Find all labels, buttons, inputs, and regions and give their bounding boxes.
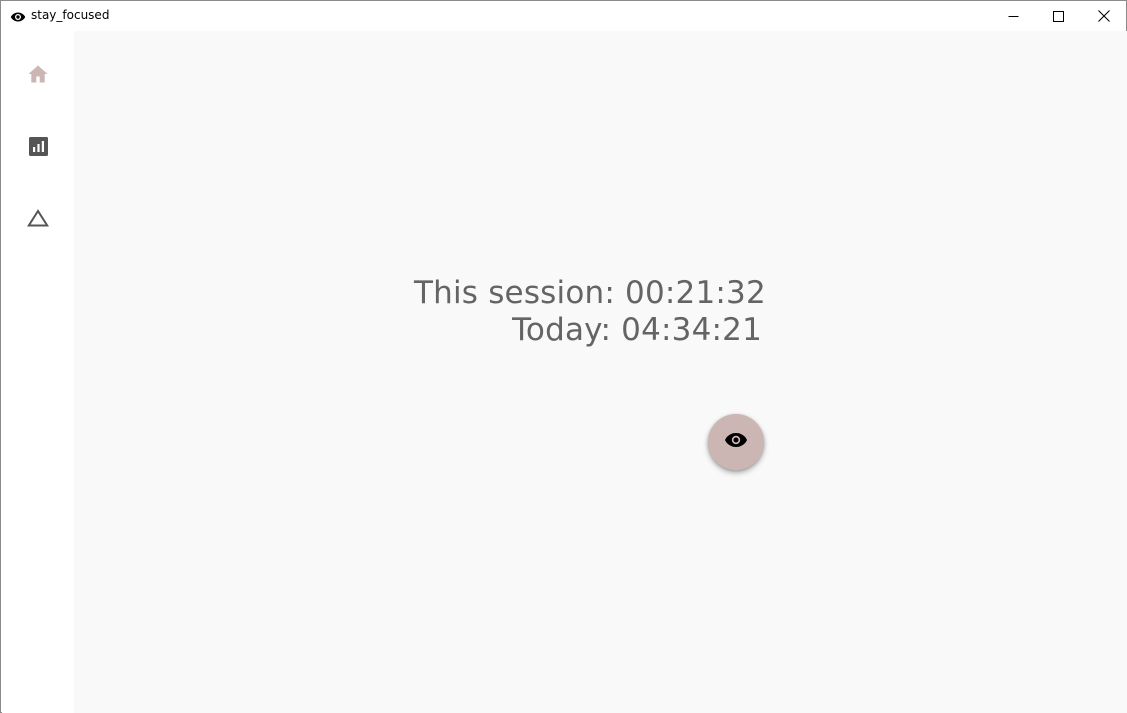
triangle-icon (26, 209, 50, 231)
app-window: stay_focused This session: 00:21:32 Toda… (0, 0, 1127, 713)
maximize-button[interactable] (1035, 1, 1081, 31)
main-content: This session: 00:21:32 Today: 04:34:21 (74, 31, 1127, 713)
close-icon (1098, 10, 1110, 22)
minimize-button[interactable] (990, 1, 1036, 31)
timer-display: This session: 00:21:32 Today: 04:34:21 (414, 275, 766, 349)
navigation-rail (2, 31, 74, 713)
maximize-icon (1052, 10, 1064, 22)
nav-item-home[interactable] (14, 52, 62, 100)
eye-icon (724, 431, 748, 453)
bar-chart-icon (28, 136, 48, 160)
eye-icon (10, 9, 26, 23)
home-icon (27, 64, 49, 88)
nav-item-stats[interactable] (14, 124, 62, 172)
title-bar[interactable]: stay_focused (1, 1, 1126, 31)
window-title: stay_focused (31, 8, 110, 22)
session-time: This session: 00:21:32 (414, 275, 766, 311)
minimize-icon (1008, 11, 1019, 22)
close-button[interactable] (1081, 1, 1127, 31)
nav-item-triangle[interactable] (14, 196, 62, 244)
today-time: Today: 04:34:21 (512, 312, 762, 348)
focus-toggle-button[interactable] (708, 414, 764, 470)
